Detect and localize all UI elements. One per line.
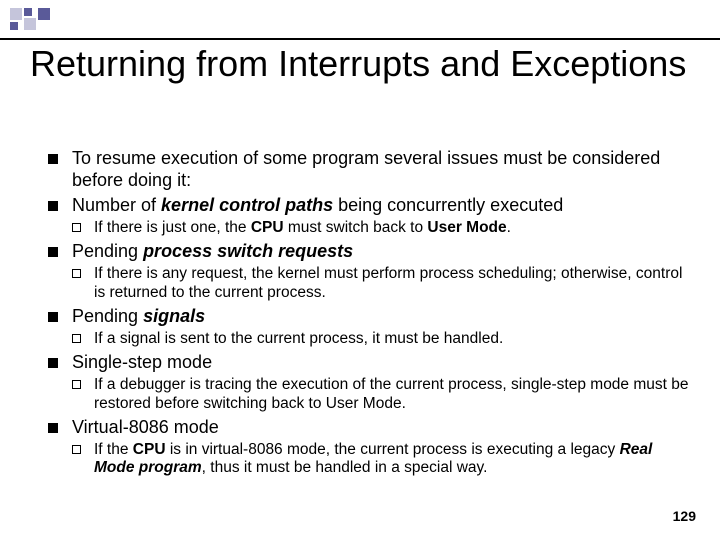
emphasis: kernel control paths: [161, 195, 333, 215]
bullet-item: Virtual-8086 mode If the CPU is in virtu…: [48, 417, 692, 478]
slide: Returning from Interrupts and Exceptions…: [0, 0, 720, 540]
bold: User Mode: [427, 219, 506, 236]
corner-decoration: [10, 8, 50, 30]
slide-body: To resume execution of some program seve…: [48, 148, 692, 482]
sub-bullet-item: If a signal is sent to the current proce…: [72, 330, 692, 349]
bullet-item: Pending signals If a signal is sent to t…: [48, 306, 692, 348]
sub-bullet-item: If the CPU is in virtual-8086 mode, the …: [72, 441, 692, 478]
bullet-text: Virtual-8086 mode: [72, 417, 219, 437]
emphasis: process switch requests: [143, 241, 353, 261]
emphasis: signals: [143, 306, 205, 326]
page-number: 129: [673, 508, 696, 524]
sub-bullet-text: .: [507, 219, 511, 236]
sub-bullet-item: If a debugger is tracing the execution o…: [72, 376, 692, 413]
sub-bullet-item: If there is just one, the CPU must switc…: [72, 219, 692, 238]
bullet-text: Single-step mode: [72, 352, 212, 372]
sub-bullet-text: If a signal is sent to the current proce…: [94, 330, 503, 347]
bullet-text: Pending: [72, 306, 143, 326]
bullet-text: Pending: [72, 241, 143, 261]
sub-bullet-text: If a debugger is tracing the execution o…: [94, 376, 689, 412]
bullet-item: Number of kernel control paths being con…: [48, 195, 692, 237]
bold: CPU: [251, 219, 284, 236]
bullet-text: being concurrently executed: [333, 195, 563, 215]
sub-bullet-text: is in virtual-8086 mode, the current pro…: [166, 441, 620, 458]
bullet-item: Pending process switch requests If there…: [48, 241, 692, 302]
sub-bullet-item: If there is any request, the kernel must…: [72, 265, 692, 302]
bold: CPU: [133, 441, 166, 458]
bullet-item: To resume execution of some program seve…: [48, 148, 692, 191]
sub-bullet-text: If the: [94, 441, 133, 458]
bullet-item: Single-step mode If a debugger is tracin…: [48, 352, 692, 413]
sub-bullet-text: , thus it must be handled in a special w…: [202, 459, 488, 476]
horizontal-rule: [0, 38, 720, 40]
sub-bullet-text: must switch back to: [284, 219, 428, 236]
bullet-text: To resume execution of some program seve…: [72, 148, 660, 190]
bullet-text: Number of: [72, 195, 161, 215]
sub-bullet-text: If there is any request, the kernel must…: [94, 265, 682, 301]
sub-bullet-text: If there is just one, the: [94, 219, 251, 236]
slide-title: Returning from Interrupts and Exceptions: [30, 44, 700, 84]
